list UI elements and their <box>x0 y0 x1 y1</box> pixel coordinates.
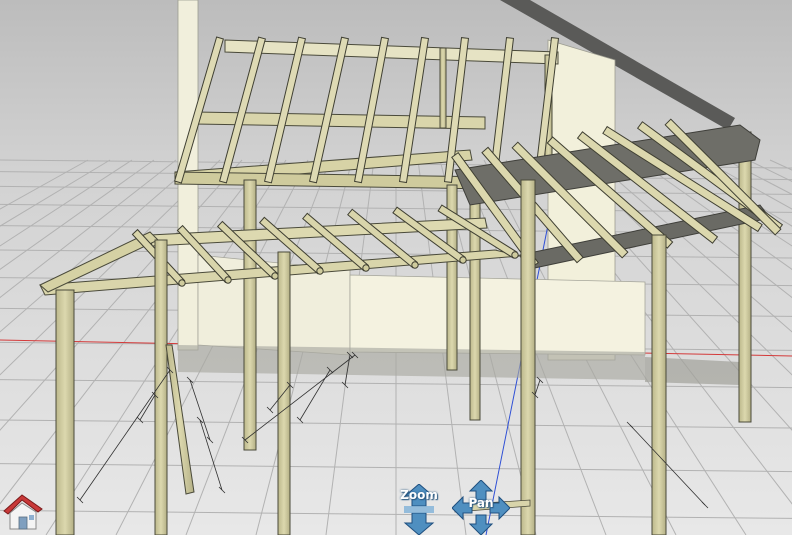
rafter-end <box>178 279 186 287</box>
zoom-icon <box>403 484 435 535</box>
rafter-end <box>362 264 370 272</box>
rafter-end <box>271 272 279 280</box>
rafter-end <box>459 256 467 264</box>
pan-button[interactable]: Pan <box>452 480 510 535</box>
3d-viewport[interactable]: Zoom Pan <box>0 0 792 535</box>
rafter-end <box>224 276 232 284</box>
rafter-end <box>316 267 324 275</box>
home-icon <box>3 494 43 530</box>
home-button[interactable] <box>0 489 48 535</box>
pergola-model[interactable] <box>0 0 792 535</box>
pan-icon <box>452 480 510 535</box>
rafter-end <box>411 261 419 269</box>
zoom-button[interactable]: Zoom <box>390 484 448 535</box>
rafter-end <box>511 251 519 259</box>
